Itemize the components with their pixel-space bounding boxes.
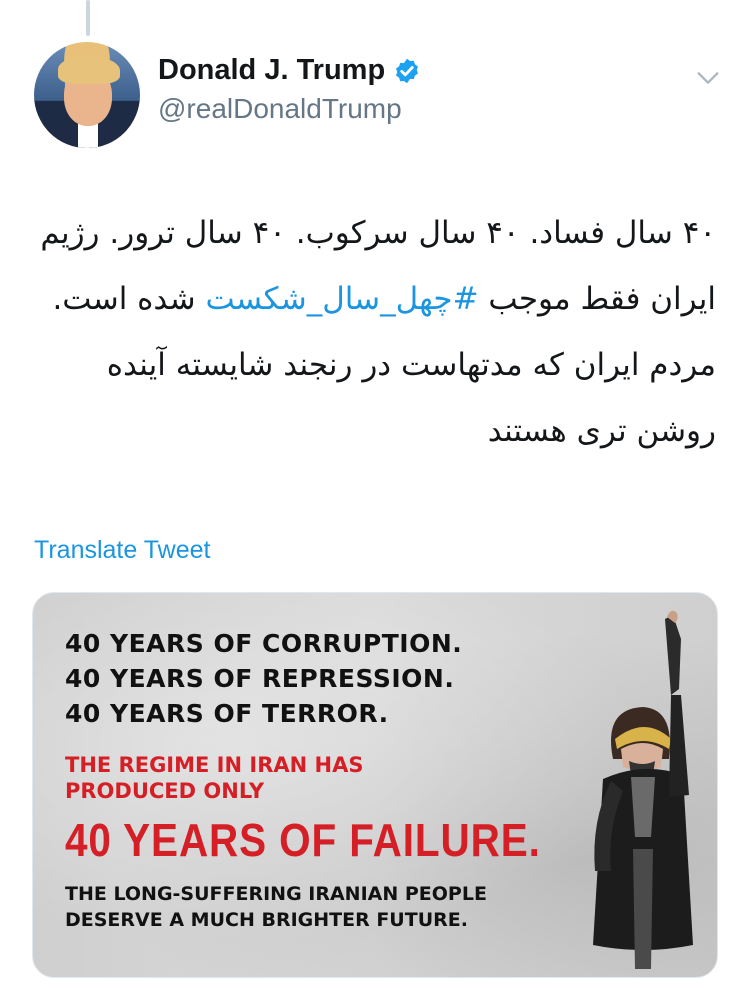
author-handle[interactable]: @realDonaldTrump xyxy=(158,93,421,125)
avatar[interactable] xyxy=(34,42,140,148)
thread-connector-line xyxy=(86,0,90,36)
display-name[interactable]: Donald J. Trump xyxy=(158,54,385,87)
media-failure-headline: 40 YEARS OF FAILURE. xyxy=(65,814,541,866)
tweet-media-image[interactable]: 40 YEARS OF CORRUPTION. 40 YEARS OF REPR… xyxy=(32,592,718,978)
verified-badge-icon xyxy=(396,58,419,83)
media-headline-line-1: 40 YEARS OF CORRUPTION. xyxy=(65,629,463,658)
media-footer-line-2: DESERVE A MUCH BRIGHTER FUTURE. xyxy=(65,909,468,931)
avatar-shirt xyxy=(78,124,98,148)
avatar-hair xyxy=(58,56,120,84)
protester-figure xyxy=(593,610,693,969)
media-headline-line-3: 40 YEARS OF TERROR. xyxy=(65,699,389,728)
translate-tweet-link[interactable]: Translate Tweet xyxy=(34,536,210,565)
tweet-text: ۴۰ سال فساد. ۴۰ سال سرکوب. ۴۰ سال ترور. … xyxy=(40,200,716,464)
media-headline-line-2: 40 YEARS OF REPRESSION. xyxy=(65,664,455,693)
media-footer-line-1: THE LONG-SUFFERING IRANIAN PEOPLE xyxy=(65,883,487,905)
media-subhead-line-1: THE REGIME IN IRAN HAS xyxy=(65,753,364,777)
hashtag-link[interactable]: #چهل_سال_شکست xyxy=(206,281,479,317)
chevron-down-icon[interactable] xyxy=(694,64,722,92)
author-info: Donald J. Trump @realDonaldTrump xyxy=(158,54,421,125)
author-name-row: Donald J. Trump xyxy=(158,54,421,87)
media-subhead-line-2: PRODUCED ONLY xyxy=(65,779,265,803)
